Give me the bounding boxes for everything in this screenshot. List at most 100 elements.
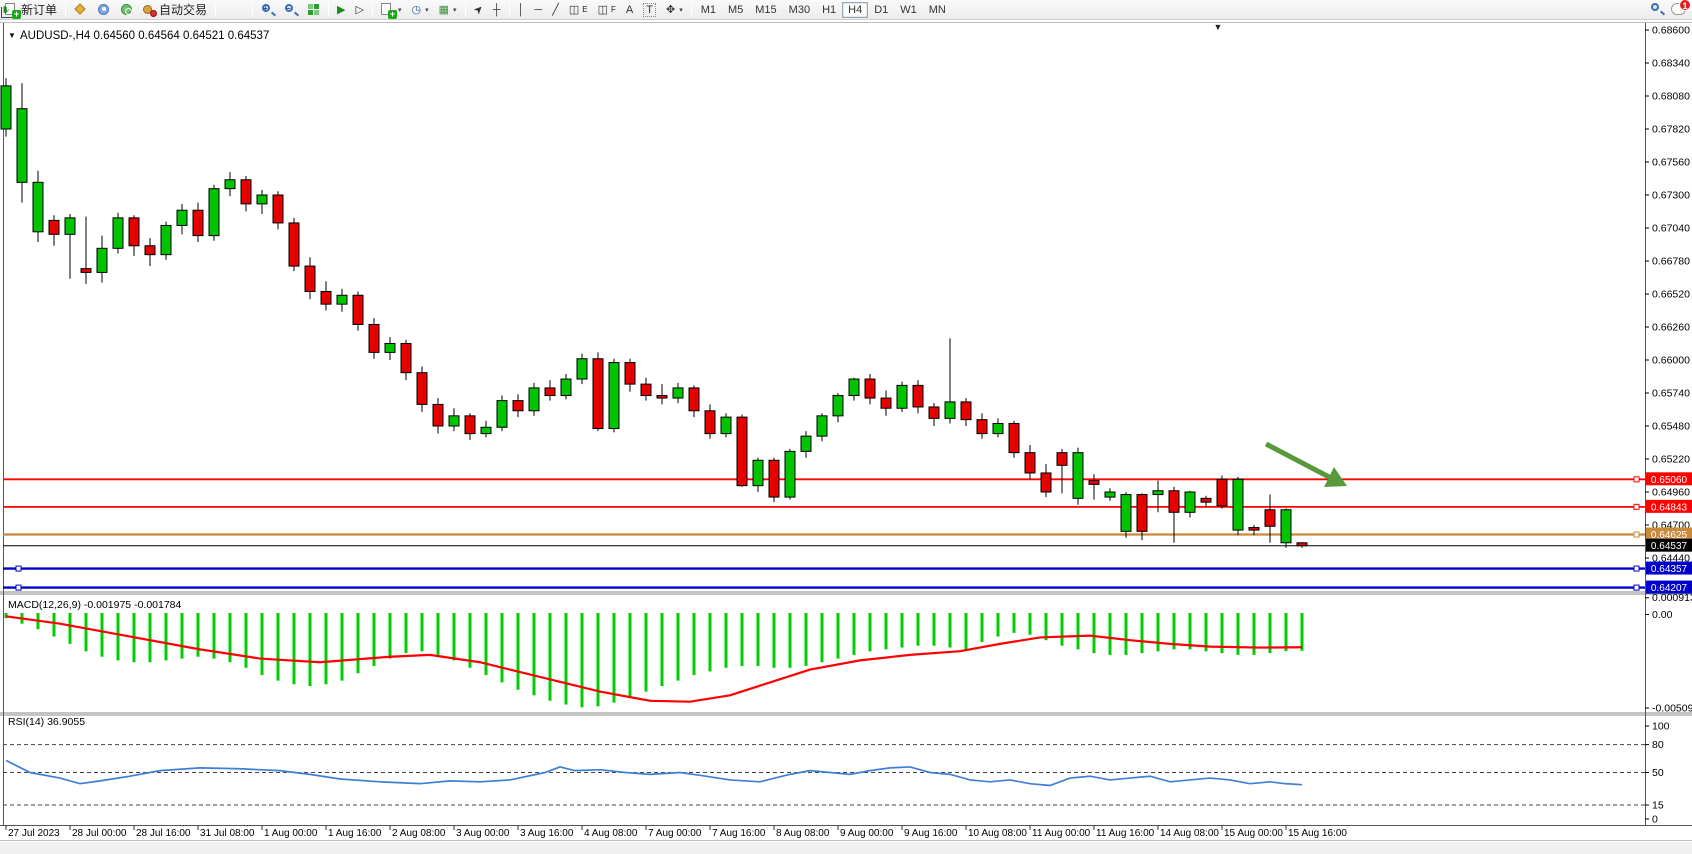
candle-body bbox=[1233, 479, 1243, 530]
separator bbox=[65, 3, 66, 17]
price-tick-label: 0.66000 bbox=[1652, 354, 1690, 366]
candle-body bbox=[65, 218, 75, 234]
templates-button[interactable]: ▦▾ bbox=[434, 1, 462, 19]
time-tick-label: 9 Aug 00:00 bbox=[840, 828, 894, 839]
candle-body bbox=[1057, 453, 1067, 466]
candle-chart-button[interactable]: ▮ bbox=[229, 1, 239, 19]
search-icon[interactable] bbox=[1650, 2, 1663, 15]
separator bbox=[328, 3, 329, 17]
template-icon: ▦ bbox=[439, 3, 449, 16]
candle-body bbox=[1, 86, 11, 129]
signals-button[interactable] bbox=[115, 1, 138, 19]
trendline-tool[interactable]: ╱ bbox=[547, 1, 564, 19]
timeframe-m15[interactable]: M15 bbox=[749, 2, 782, 18]
time-tick-label: 2 Aug 08:00 bbox=[392, 828, 446, 839]
separator bbox=[691, 3, 692, 17]
fibonacci-tool[interactable]: ◫F bbox=[593, 1, 621, 19]
tile-windows-button[interactable] bbox=[302, 1, 325, 19]
vertical-line-tool[interactable]: │ bbox=[513, 1, 530, 19]
time-tick-label: 4 Aug 08:00 bbox=[584, 828, 638, 839]
candle-body bbox=[561, 379, 571, 396]
text-tool[interactable]: A bbox=[621, 1, 638, 19]
candle-body bbox=[673, 388, 683, 398]
line-handle[interactable] bbox=[1634, 566, 1639, 571]
chart-shift-button[interactable]: ▷ bbox=[351, 1, 369, 19]
trendline-icon: ╱ bbox=[552, 3, 559, 16]
price-tick-label: 0.68340 bbox=[1652, 57, 1690, 69]
time-tick-label: 7 Aug 16:00 bbox=[712, 828, 766, 839]
price-tick-label: 0.67820 bbox=[1652, 123, 1690, 135]
candle-body bbox=[97, 248, 107, 272]
candle-body bbox=[865, 379, 875, 398]
macd-indicator-label: MACD(12,26,9) -0.001975 -0.001784 bbox=[8, 599, 182, 611]
candle-body bbox=[177, 210, 187, 225]
one-click-trading-icon: ▼ bbox=[8, 31, 16, 40]
timeframe-row: M1M5M15M30H1H4D1W1MN bbox=[695, 2, 952, 18]
community-button[interactable] bbox=[92, 1, 115, 19]
signal-icon bbox=[120, 3, 133, 16]
clock-icon: ◷ bbox=[411, 3, 421, 16]
crosshair-tool-button[interactable]: ┼ bbox=[488, 1, 506, 19]
cursor-tool-button[interactable]: ➤ bbox=[469, 1, 488, 19]
price-tick-label: 0.66780 bbox=[1652, 255, 1690, 267]
chart-window: 0.686000.683400.680800.678200.675600.673… bbox=[0, 20, 1692, 854]
periods-button[interactable]: ◷▾ bbox=[406, 1, 433, 19]
timeframe-h1[interactable]: H1 bbox=[816, 2, 842, 18]
line-handle[interactable] bbox=[1634, 477, 1639, 482]
notifications-icon[interactable]: 1 bbox=[1671, 3, 1686, 15]
auto-trading-button[interactable]: 自动交易 bbox=[138, 1, 212, 19]
line-handle[interactable] bbox=[16, 566, 21, 571]
candle-body bbox=[433, 404, 443, 426]
channel-tool[interactable]: ◫E bbox=[564, 1, 593, 19]
price-tick-label: 0.65740 bbox=[1652, 387, 1690, 399]
zoom-out-button[interactable]: − bbox=[279, 1, 302, 19]
time-tick-label: 1 Aug 16:00 bbox=[328, 828, 382, 839]
time-tick-label: 28 Jul 00:00 bbox=[72, 828, 127, 839]
auto-scroll-button[interactable]: ▶ bbox=[332, 1, 350, 19]
candle-body bbox=[353, 295, 363, 324]
timeframe-w1[interactable]: W1 bbox=[894, 2, 923, 18]
rsi-axis-label: 15 bbox=[1652, 800, 1664, 812]
candle-body bbox=[609, 363, 619, 429]
time-tick-label: 3 Aug 00:00 bbox=[456, 828, 510, 839]
candle-body bbox=[641, 384, 651, 395]
line-chart-button[interactable]: ∿ bbox=[239, 1, 249, 19]
candle-body bbox=[817, 416, 827, 436]
timeframe-m1[interactable]: M1 bbox=[695, 2, 722, 18]
timeframe-d1[interactable]: D1 bbox=[868, 2, 894, 18]
chart-canvas[interactable]: 0.686000.683400.680800.678200.675600.673… bbox=[0, 20, 1692, 849]
candle-body bbox=[321, 291, 331, 304]
candle-body bbox=[1041, 473, 1051, 492]
line-handle[interactable] bbox=[16, 585, 21, 590]
label-tool[interactable]: T bbox=[638, 1, 661, 19]
horizontal-line-tool[interactable]: ─ bbox=[529, 1, 547, 19]
price-tick-label: 0.64960 bbox=[1652, 486, 1690, 498]
auto-scroll-icon: ▶ bbox=[337, 3, 345, 16]
price-label-text: 0.65060 bbox=[1651, 475, 1688, 486]
price-label-text: 0.64537 bbox=[1651, 541, 1688, 552]
timeframe-h4[interactable]: H4 bbox=[842, 2, 868, 18]
candle-body bbox=[1025, 453, 1035, 473]
zoom-in-button[interactable]: + bbox=[256, 1, 279, 19]
hline-icon: ─ bbox=[534, 4, 542, 16]
rsi-indicator-label: RSI(14) 36.9055 bbox=[8, 716, 85, 728]
fibo-icon: ◫ bbox=[598, 3, 608, 16]
rsi-axis-label: 100 bbox=[1652, 721, 1670, 733]
timeframe-m30[interactable]: M30 bbox=[783, 2, 816, 18]
candle-body bbox=[161, 225, 171, 254]
line-handle[interactable] bbox=[1634, 532, 1639, 537]
indicators-button[interactable]: +▾ bbox=[376, 1, 407, 19]
window-bottom-edge bbox=[0, 842, 1692, 849]
bar-chart-button[interactable]: ‖ bbox=[219, 1, 229, 19]
line-handle[interactable] bbox=[1634, 585, 1639, 590]
candle-body bbox=[449, 416, 459, 426]
timeframe-m5[interactable]: M5 bbox=[722, 2, 749, 18]
quotes-button[interactable] bbox=[69, 1, 92, 19]
arrows-tool[interactable]: ✥▾ bbox=[661, 1, 688, 19]
chart-background bbox=[0, 20, 1692, 849]
candle-body bbox=[1249, 528, 1259, 531]
line-handle[interactable] bbox=[1634, 504, 1639, 509]
timeframe-mn[interactable]: MN bbox=[923, 2, 952, 18]
candle-body bbox=[929, 407, 939, 418]
channel-icon: ◫ bbox=[569, 3, 579, 16]
